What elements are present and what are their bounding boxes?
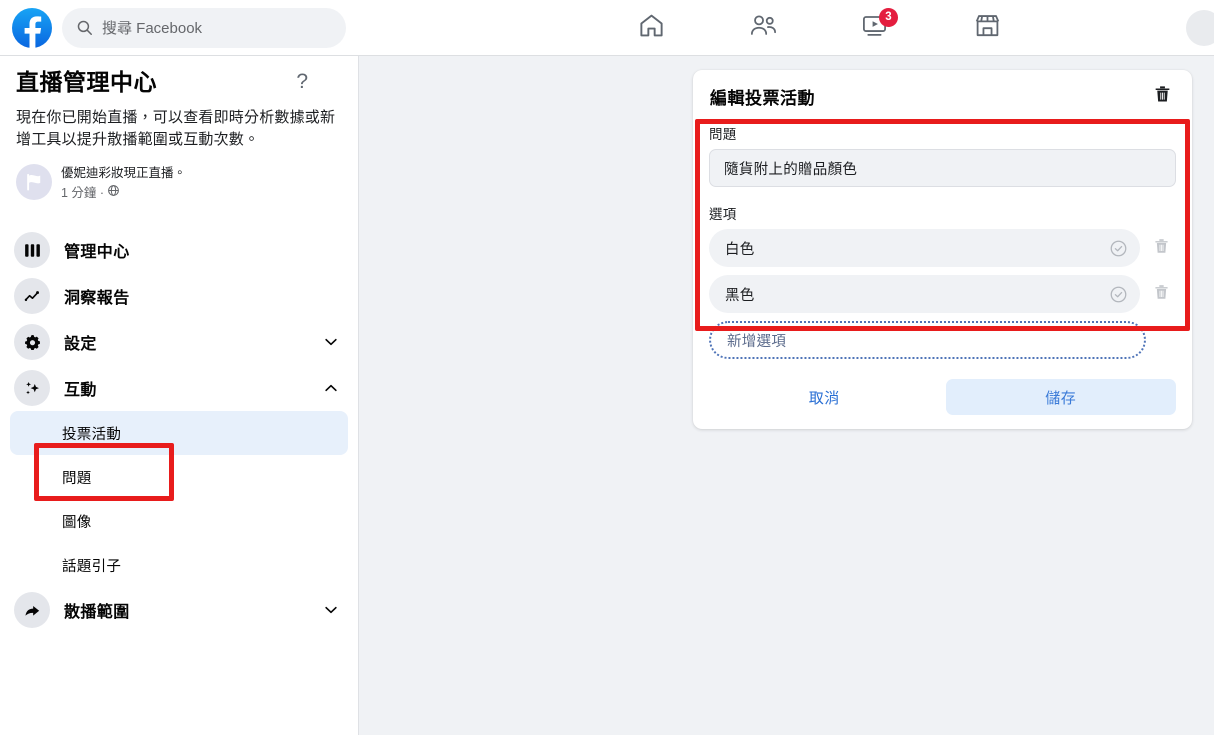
interaction-sub-list: 投票活動 問題 圖像 話題引子 bbox=[0, 411, 358, 587]
trend-chart-icon bbox=[14, 278, 50, 314]
watch-badge-count: 3 bbox=[879, 8, 898, 27]
option-input-1[interactable]: 白色 bbox=[709, 229, 1140, 267]
question-field-label: 問題 bbox=[709, 123, 1176, 143]
sidebar-subitem-question[interactable]: 問題 bbox=[10, 455, 348, 499]
page-title: 直播管理中心 bbox=[16, 68, 157, 98]
sidebar-item-label: 散播範圍 bbox=[64, 598, 130, 622]
poll-card-title: 編輯投票活動 bbox=[710, 84, 815, 109]
trash-icon bbox=[1154, 85, 1171, 108]
home-icon bbox=[638, 12, 665, 44]
sidebar-item-insights[interactable]: 洞察報告 bbox=[0, 273, 358, 319]
question-input[interactable]: 隨貨附上的贈品顏色 bbox=[709, 149, 1176, 187]
check-circle-icon[interactable] bbox=[1109, 285, 1128, 304]
add-option-input[interactable]: 新增選項 bbox=[709, 321, 1146, 359]
top-navigation-bar: 搜尋 Facebook bbox=[0, 0, 1214, 56]
sidebar-subitem-label: 圖像 bbox=[62, 511, 92, 532]
search-placeholder-text: 搜尋 Facebook bbox=[102, 17, 202, 38]
main-content-canvas: 編輯投票活動 問題 隨貨附上的贈品顏色 bbox=[359, 56, 1214, 735]
option-row: 白色 bbox=[709, 229, 1176, 267]
trash-icon bbox=[1154, 284, 1169, 305]
live-status-time: 1 分鐘 · bbox=[61, 182, 104, 201]
share-arrow-icon bbox=[14, 592, 50, 628]
save-button[interactable]: 儲存 bbox=[946, 379, 1177, 415]
store-icon bbox=[974, 12, 1001, 44]
chevron-up-icon[interactable] bbox=[322, 379, 340, 397]
cancel-button[interactable]: 取消 bbox=[709, 379, 940, 415]
live-status-title: 優妮迪彩妝現正直播。 bbox=[61, 162, 186, 181]
friends-icon bbox=[749, 11, 778, 45]
sidebar-subitem-label: 投票活動 bbox=[62, 423, 121, 444]
chevron-down-icon[interactable] bbox=[322, 601, 340, 619]
poll-card-body: 問題 隨貨附上的贈品顏色 選項 白色 bbox=[693, 123, 1192, 359]
sidebar-subitem-label: 問題 bbox=[62, 467, 92, 488]
account-menu-button[interactable] bbox=[1186, 10, 1214, 46]
sidebar-item-settings[interactable]: 設定 bbox=[0, 319, 358, 365]
question-mark-icon[interactable]: ? bbox=[296, 68, 342, 95]
options-field-label: 選項 bbox=[709, 203, 1176, 223]
sidebar-item-interaction[interactable]: 互動 bbox=[0, 365, 358, 411]
live-producer-sidebar: 直播管理中心 ? 現在你已開始直播，可以查看即時分析數據或新增工具以提升散播範圍… bbox=[0, 56, 359, 735]
sparkles-icon bbox=[14, 370, 50, 406]
nav-marketplace-button[interactable] bbox=[931, 0, 1043, 56]
search-input[interactable]: 搜尋 Facebook bbox=[62, 8, 346, 48]
option-value: 黑色 bbox=[725, 284, 1109, 305]
chevron-down-icon[interactable] bbox=[322, 333, 340, 351]
poll-card-header: 編輯投票活動 bbox=[693, 70, 1192, 123]
search-icon bbox=[76, 19, 93, 36]
add-option-placeholder: 新增選項 bbox=[727, 330, 786, 351]
nav-home-button[interactable] bbox=[595, 0, 707, 56]
nav-watch-button[interactable]: 3 bbox=[819, 0, 931, 56]
gear-icon bbox=[14, 324, 50, 360]
facebook-logo-icon[interactable] bbox=[12, 8, 52, 48]
delete-option-2-button[interactable] bbox=[1146, 284, 1176, 305]
option-row: 黑色 bbox=[709, 275, 1176, 313]
sidebar-subitem-conversation-starter[interactable]: 話題引子 bbox=[10, 543, 348, 587]
sidebar-nav-list: 管理中心 洞察報告 bbox=[0, 227, 358, 633]
dashboard-bars-icon bbox=[14, 232, 50, 268]
nav-friends-button[interactable] bbox=[707, 0, 819, 56]
delete-poll-button[interactable] bbox=[1151, 82, 1174, 111]
page-description: 現在你已開始直播，可以查看即時分析數據或新增工具以提升散播範圍或互動次數。 bbox=[16, 107, 342, 151]
option-value: 白色 bbox=[725, 238, 1109, 259]
sidebar-item-reach[interactable]: 散播範圍 bbox=[0, 587, 358, 633]
top-nav-icon-group: 3 bbox=[595, 0, 1043, 56]
sidebar-item-label: 設定 bbox=[64, 330, 97, 354]
flag-icon bbox=[16, 164, 52, 200]
live-status-row: 優妮迪彩妝現正直播。 1 分鐘 · bbox=[16, 162, 342, 201]
sidebar-header: 直播管理中心 ? 現在你已開始直播，可以查看即時分析數據或新增工具以提升散播範圍… bbox=[0, 56, 358, 201]
globe-icon bbox=[107, 184, 120, 200]
app-root: 搜尋 Facebook bbox=[0, 0, 1214, 735]
live-status-meta: 1 分鐘 · bbox=[61, 182, 186, 201]
delete-option-1-button[interactable] bbox=[1146, 238, 1176, 259]
trash-icon bbox=[1154, 238, 1169, 259]
sidebar-subitem-image[interactable]: 圖像 bbox=[10, 499, 348, 543]
check-circle-icon[interactable] bbox=[1109, 239, 1128, 258]
poll-card-footer: 取消 儲存 bbox=[693, 359, 1192, 429]
option-input-2[interactable]: 黑色 bbox=[709, 275, 1140, 313]
sidebar-subitem-label: 話題引子 bbox=[62, 555, 121, 576]
poll-editor-card: 編輯投票活動 問題 隨貨附上的贈品顏色 bbox=[693, 70, 1192, 429]
sidebar-item-label: 洞察報告 bbox=[64, 284, 130, 308]
sidebar-item-label: 互動 bbox=[64, 376, 97, 400]
question-input-value: 隨貨附上的贈品顏色 bbox=[724, 158, 857, 179]
sidebar-item-dashboard[interactable]: 管理中心 bbox=[0, 227, 358, 273]
sidebar-item-label: 管理中心 bbox=[64, 238, 130, 262]
sidebar-subitem-poll[interactable]: 投票活動 bbox=[10, 411, 348, 455]
